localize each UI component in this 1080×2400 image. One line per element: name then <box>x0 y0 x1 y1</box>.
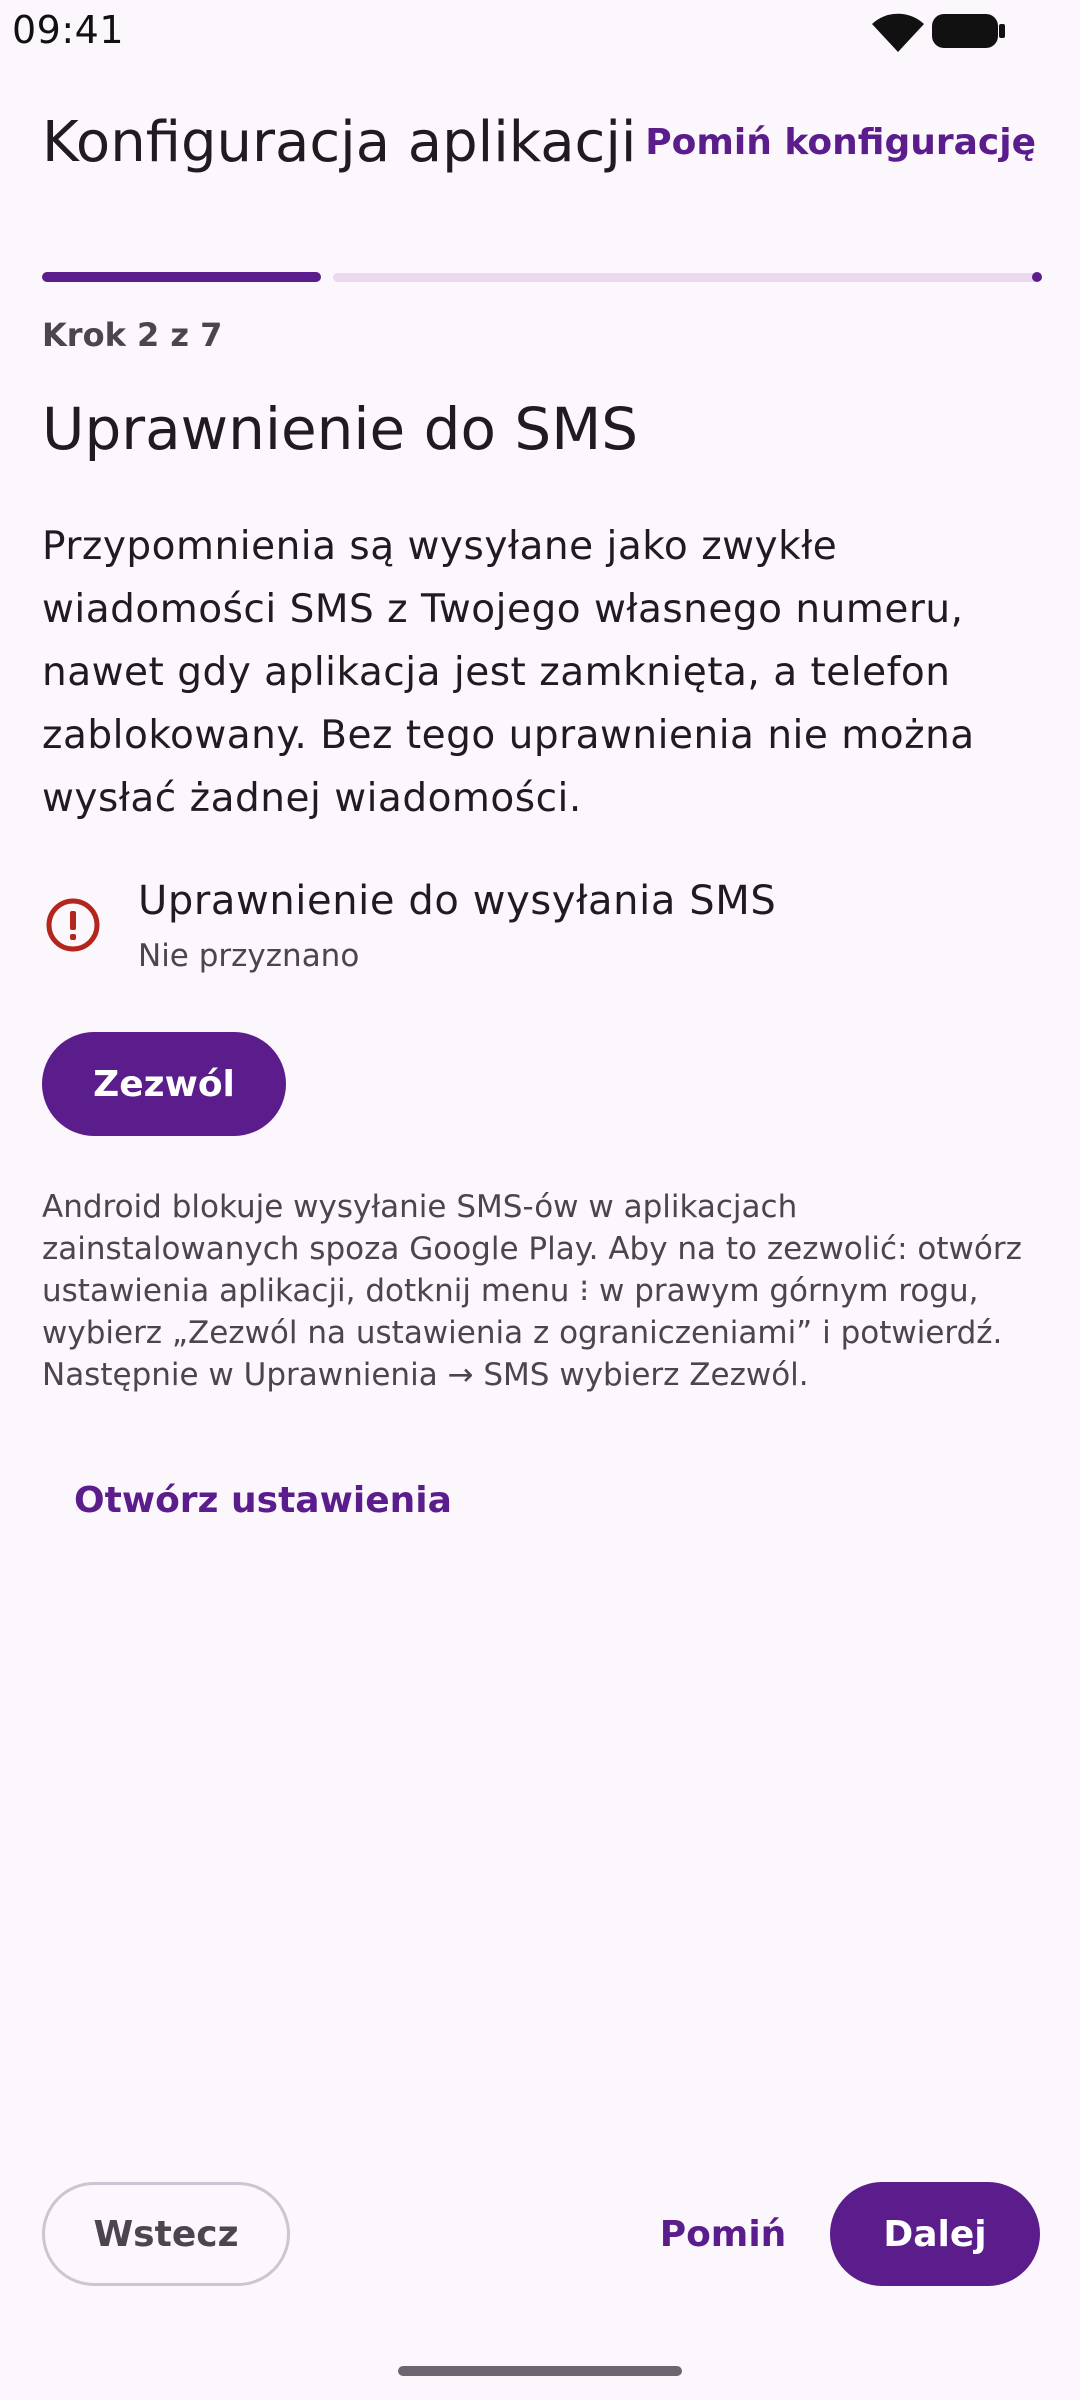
home-indicator[interactable] <box>398 2366 682 2376</box>
step-progress-bar <box>42 272 1042 284</box>
page-title: Konfiguracja aplikacji <box>42 110 637 175</box>
alert-circle-icon <box>46 898 100 952</box>
setup-screen: 09:41 Konfiguracja aplikacji Pomiń konfi… <box>0 0 1080 2400</box>
section-title: Uprawnienie do SMS <box>42 395 639 463</box>
progress-end-dot <box>1032 272 1042 282</box>
open-settings-button[interactable]: Otwórz ustawienia <box>74 1480 452 1521</box>
permission-name: Uprawnienie do wysyłania SMS <box>138 878 777 924</box>
skip-configuration-button[interactable]: Pomiń konfigurację <box>645 122 1036 163</box>
status-time: 09:41 <box>12 8 125 52</box>
next-button[interactable]: Dalej <box>830 2182 1040 2286</box>
progress-fill <box>42 272 321 282</box>
skip-step-button[interactable]: Pomiń <box>652 2182 794 2286</box>
wifi-icon <box>872 13 924 52</box>
progress-remaining <box>333 273 1040 282</box>
step-description: Przypomnienia są wysyłane jako zwykłe wi… <box>42 524 975 821</box>
step-label: Krok 2 z 7 <box>42 316 223 354</box>
allow-button[interactable]: Zezwól <box>42 1032 286 1136</box>
permission-status: Nie przyznano <box>138 938 360 974</box>
battery-icon <box>932 14 1005 48</box>
back-button[interactable]: Wstecz <box>42 2182 290 2286</box>
restricted-settings-info: Android blokuje wysyłanie SMS-ów w aplik… <box>42 1189 1022 1393</box>
